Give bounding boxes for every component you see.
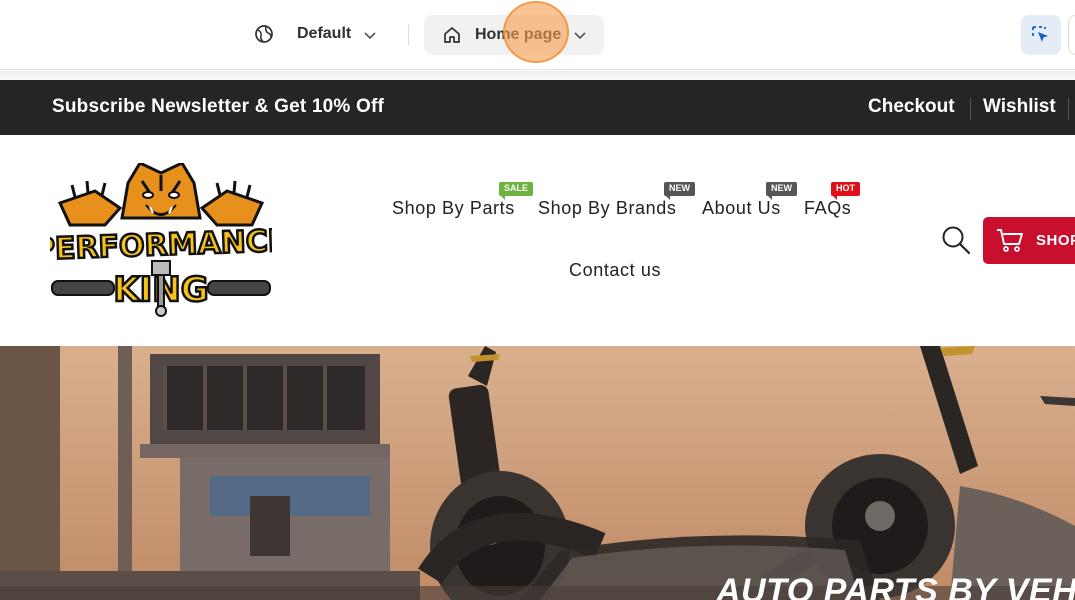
shop-cart-button[interactable]: SHOP bbox=[983, 217, 1075, 264]
inspector-toggle-button[interactable] bbox=[1021, 15, 1061, 55]
nav-faqs[interactable]: FAQs bbox=[804, 198, 851, 219]
editor-toolbar: Default Home page bbox=[0, 0, 1075, 70]
cart-icon bbox=[997, 229, 1023, 252]
shop-button-label: SHOP bbox=[1036, 232, 1075, 249]
hot-badge: HOT bbox=[831, 182, 860, 200]
performance-king-logo[interactable]: PERFORMANCE KING bbox=[50, 163, 272, 318]
nav-about-us[interactable]: About Us bbox=[702, 198, 781, 219]
top-link-divider bbox=[970, 98, 971, 120]
site-header: PERFORMANCE KING SALE Shop By Parts NEW … bbox=[0, 135, 1075, 346]
toolbar-overflow-button[interactable] bbox=[1068, 15, 1075, 55]
announcement-bar: Subscribe Newsletter & Get 10% Off Check… bbox=[0, 80, 1075, 135]
checkout-link[interactable]: Checkout bbox=[868, 96, 955, 118]
hero-banner: AUTO PARTS BY VEH bbox=[0, 346, 1075, 600]
cursor-click-indicator bbox=[503, 1, 569, 63]
chevron-down-icon[interactable] bbox=[362, 28, 378, 42]
chevron-down-icon bbox=[574, 32, 586, 40]
top-link-divider bbox=[1068, 98, 1069, 120]
globe-icon[interactable] bbox=[254, 24, 274, 44]
nav-shop-by-parts[interactable]: Shop By Parts bbox=[392, 198, 515, 219]
inspect-select-icon bbox=[1032, 26, 1048, 42]
hero-image bbox=[0, 346, 1075, 600]
hero-title: AUTO PARTS BY VEH bbox=[716, 572, 1075, 600]
sale-badge: SALE bbox=[499, 182, 534, 200]
nav-contact-us[interactable]: Contact us bbox=[569, 260, 661, 281]
locale-selector-label[interactable]: Default bbox=[297, 25, 351, 43]
search-icon[interactable] bbox=[941, 225, 971, 255]
new-badge: NEW bbox=[664, 182, 695, 200]
preview-frame-gutter bbox=[0, 71, 1075, 80]
announcement-text[interactable]: Subscribe Newsletter & Get 10% Off bbox=[52, 96, 384, 118]
wishlist-link[interactable]: Wishlist bbox=[983, 96, 1056, 118]
toolbar-divider bbox=[408, 25, 409, 45]
home-icon bbox=[444, 27, 460, 43]
new-badge: NEW bbox=[766, 182, 797, 200]
nav-shop-by-brands[interactable]: Shop By Brands bbox=[538, 198, 676, 219]
